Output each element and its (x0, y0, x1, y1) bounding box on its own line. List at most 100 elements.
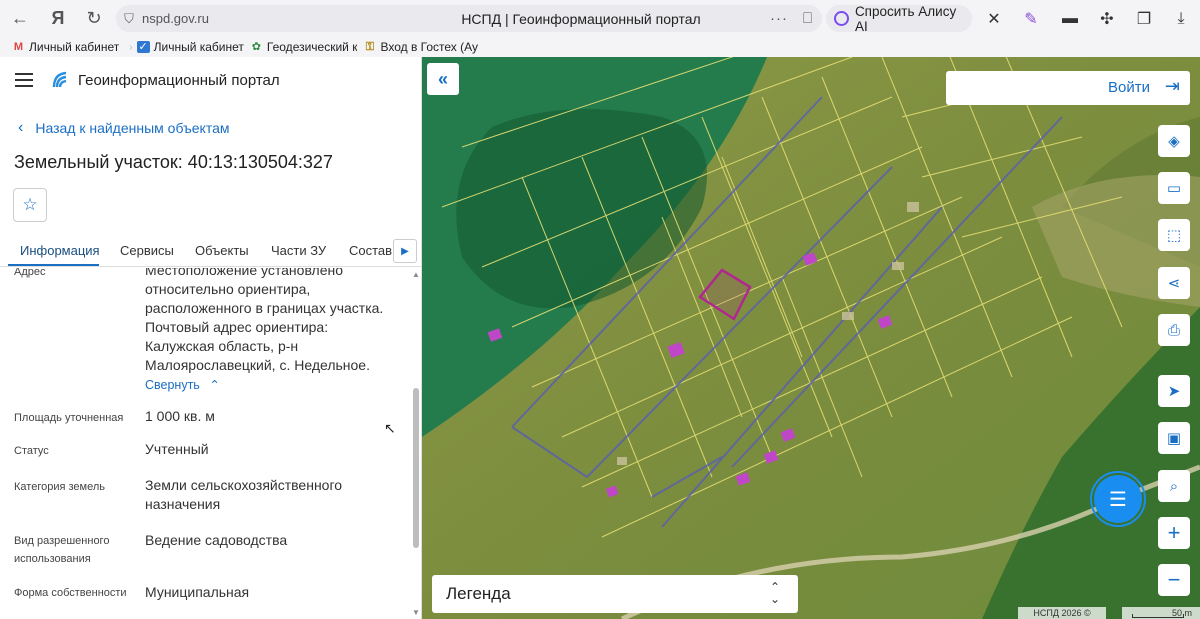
browser-toolbar: ← Я ↻ ⛉ nspd.gov.ru НСПД | Геоинформацио… (0, 0, 1200, 36)
bookmark-icon[interactable]: ⎕ (803, 10, 812, 27)
chevron-up-icon: ⌃ (209, 378, 220, 392)
locate-button[interactable]: ➤ (1158, 375, 1190, 407)
bookmark-item[interactable]: ⚿ Вход в Гостех (Ау (363, 40, 478, 54)
menu-icon[interactable] (15, 73, 33, 87)
scale-bar: 50 m (1122, 607, 1200, 619)
alice-label: Спросить Алису AI (854, 3, 957, 34)
copyright-text: НСПД 2026 © (1018, 607, 1106, 619)
ruler-icon: ▭ (1166, 180, 1182, 197)
geodesy-icon: ✿ (251, 41, 262, 53)
legend-label: Легенда (446, 584, 511, 603)
tab-info[interactable]: Информация (20, 243, 100, 258)
sign-in-icon: ⇥ (1164, 76, 1180, 96)
double-chevron-left-icon: « (437, 68, 448, 89)
scroll-up-icon[interactable]: ▲ (412, 270, 420, 279)
property-value: Муниципальная (145, 584, 250, 600)
alice-button[interactable]: Спросить Алису AI (826, 3, 972, 34)
map-view[interactable]: « Войти ⇥ ◈ ▭ ⬚ ⋖ ⎙ ➤ ▣ ⌕ + − ☰ Легенда … (422, 57, 1200, 619)
zoom-in-icon: + (1167, 520, 1181, 545)
legend-dropdown[interactable]: Легенда ⌃ ⌄ (432, 575, 798, 613)
select-area-icon: ⬚ (1166, 227, 1182, 244)
favorite-button[interactable]: ☆ (13, 188, 47, 222)
shield-icon: ⛉ (124, 10, 134, 26)
page-title: НСПД | Геоинформационный портал (461, 10, 701, 27)
property-label: Площадь уточненная (14, 412, 124, 424)
scrollbar-thumb[interactable] (413, 388, 419, 548)
property-label: Категория земель (14, 481, 105, 493)
scroll-down-icon[interactable]: ▼ (412, 608, 420, 617)
minimap-button[interactable]: ▣ (1158, 422, 1190, 454)
back-link-label: Назад к найденным объектам (35, 120, 230, 136)
collapse-link[interactable]: Свернуть ⌃ (145, 377, 220, 392)
url-text: nspd.gov.ru (142, 11, 209, 26)
tab-parts[interactable]: Части ЗУ (271, 243, 326, 258)
share-button[interactable]: ⋖ (1158, 267, 1190, 299)
property-value: Местоположение установлено относительно … (145, 268, 384, 373)
tab-composition[interactable]: Состав (349, 243, 392, 258)
gmail-icon: M (13, 41, 24, 53)
chevron-updown-icon: ⌃ ⌄ (769, 580, 780, 606)
puzzle-icon[interactable]: ✣ (1096, 8, 1118, 30)
login-button[interactable]: Войти ⇥ (946, 71, 1190, 105)
tabs-next-button[interactable]: ▶ (393, 239, 417, 263)
collapse-panel-button[interactable]: « (427, 63, 459, 95)
search-location-button[interactable]: ⌕ (1158, 470, 1190, 502)
back-arrow-icon[interactable]: ← (2, 0, 38, 36)
star-icon: ☆ (22, 195, 38, 214)
property-label: Форма собственности (14, 587, 127, 599)
chat-icon: ☰ (1109, 488, 1127, 511)
parcel-title: Земельный участок: 40:13:130504:327 (14, 152, 333, 172)
key-icon: ⚿ (365, 41, 375, 53)
bookmarks-bar: M Личный кабинет › ✓ Личный кабинет ✿ Ге… (12, 40, 478, 54)
back-link[interactable]: ‹ Назад к найденным объектам (18, 119, 230, 137)
login-label: Войти (1108, 79, 1150, 96)
chat-button[interactable]: ☰ (1090, 471, 1146, 527)
tab-services[interactable]: Сервисы (120, 243, 174, 258)
yandex-icon[interactable]: Я (40, 0, 76, 36)
panel-scrollbar[interactable]: ▲ ▼ (410, 268, 421, 619)
collections-icon[interactable]: ❐ (1133, 8, 1155, 30)
bookmark-item[interactable]: ✿ Геодезический к (250, 40, 358, 54)
info-panel: Геоинформационный портал ‹ Назад к найде… (0, 57, 422, 619)
portal-title: Геоинформационный портал (78, 72, 280, 89)
active-tab-indicator (8, 264, 99, 266)
print-button[interactable]: ⎙ (1158, 314, 1190, 346)
property-label: Адрес (14, 268, 46, 278)
zoom-out-icon: − (1167, 567, 1181, 592)
share-icon: ⋖ (1167, 275, 1181, 292)
bookmark-item[interactable]: M Личный кабинет (12, 40, 119, 54)
tab-objects[interactable]: Объекты (195, 243, 249, 258)
pen-icon[interactable]: ✎ (1020, 8, 1042, 30)
zoom-in-button[interactable]: + (1158, 517, 1190, 549)
alice-icon (834, 11, 849, 26)
layers-button[interactable]: ◈ (1158, 125, 1190, 157)
chevron-left-icon: ‹ (18, 119, 24, 136)
portal-logo-icon (52, 71, 67, 88)
property-value: Ведение садоводства (145, 532, 288, 548)
property-label: Статус (14, 445, 49, 457)
extension-x-icon[interactable]: ✕ (983, 8, 1005, 30)
address-bar[interactable]: ⛉ nspd.gov.ru НСПД | Геоинформационный п… (116, 5, 822, 32)
layers-icon: ◈ (1168, 133, 1180, 150)
tray-icon[interactable]: ▬ (1059, 8, 1081, 30)
reload-icon[interactable]: ↻ (76, 0, 112, 36)
mouse-cursor-icon: ↖ (384, 420, 396, 436)
property-value: Учтенный (145, 441, 209, 457)
select-area-button[interactable]: ⬚ (1158, 219, 1190, 251)
map-canvas[interactable] (422, 57, 1200, 619)
download-icon[interactable]: ⤓ (1170, 8, 1192, 30)
ruler-button[interactable]: ▭ (1158, 172, 1190, 204)
zoom-out-button[interactable]: − (1158, 564, 1190, 596)
property-value: Земли сельскохозяйственного назначения (145, 477, 343, 512)
property-label: Вид разрешенного использования (14, 535, 110, 565)
more-dots-icon[interactable]: ··· (770, 10, 788, 27)
gosuslugi-icon: ✓ (136, 41, 150, 53)
properties-list: Адрес Местоположение установлено относит… (0, 268, 410, 619)
print-icon: ⎙ (1167, 321, 1180, 339)
chevron-right-icon: ▶ (401, 245, 409, 257)
locate-icon: ➤ (1167, 383, 1181, 400)
bookmark-item[interactable]: ✓ Личный кабинет (136, 40, 244, 54)
property-value: 1 000 кв. м (145, 408, 215, 424)
tab-bar: Информация Сервисы Объекты Части ЗУ Сост… (0, 237, 421, 267)
search-location-icon: ⌕ (1169, 477, 1179, 495)
